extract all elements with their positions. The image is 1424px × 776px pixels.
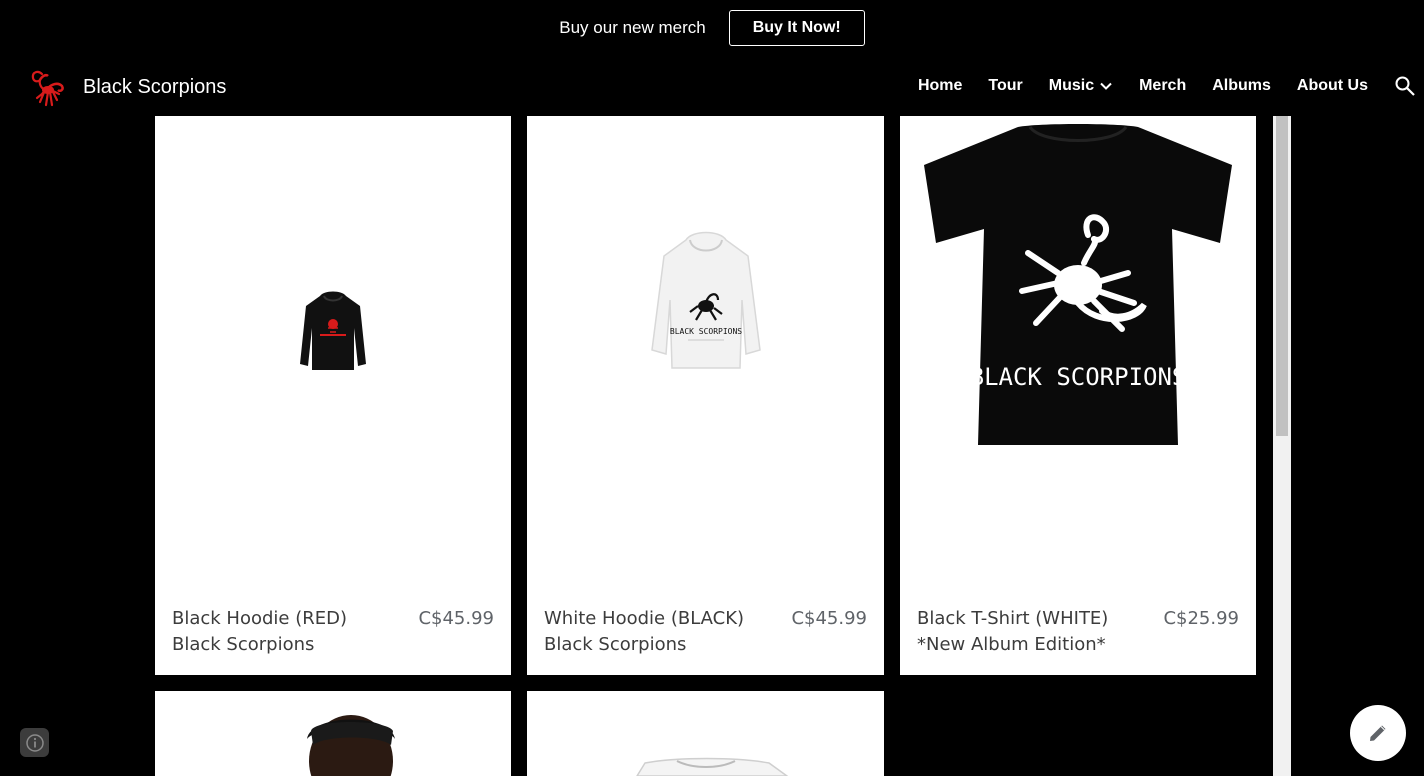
buy-it-now-button[interactable]: Buy It Now! <box>728 10 865 46</box>
chevron-down-icon[interactable] <box>1099 79 1113 93</box>
nav-about-us[interactable]: About Us <box>1297 77 1368 95</box>
nav-tour[interactable]: Tour <box>988 77 1022 95</box>
tshirt-print-text: BLACK SCORPIONS <box>970 363 1187 391</box>
product-card[interactable]: BLACK SCORPIONS White Hoodie (BLACK) Bla… <box>527 116 884 675</box>
nav-home[interactable]: Home <box>918 77 962 95</box>
product-image: BLACK SCORPIONS <box>900 116 1256 586</box>
product-price: C$45.99 <box>418 608 494 629</box>
search-icon[interactable] <box>1394 75 1416 97</box>
product-name: Black T-Shirt (WHITE) *New Album Edition… <box>917 606 1108 658</box>
scorpion-logo-icon[interactable] <box>28 68 68 108</box>
info-icon <box>25 733 44 752</box>
black-tshirt-image: BLACK SCORPIONS <box>924 123 1232 445</box>
product-name: White Hoodie (BLACK) Black Scorpions <box>544 606 744 658</box>
product-name-line1: White Hoodie (BLACK) <box>544 608 745 629</box>
announcement-text: Buy our new merch <box>559 18 706 37</box>
pencil-icon <box>1370 725 1386 741</box>
nav-music-label: Music <box>1048 77 1095 94</box>
model-photo-image <box>307 715 395 776</box>
product-name-line2: *New Album Edition* <box>917 634 1106 655</box>
edit-button[interactable] <box>1350 705 1406 761</box>
product-card[interactable]: BLACK SCORPIONS Black T-Shirt (WHITE) *N… <box>900 116 1256 675</box>
site-header: Black Scorpions Home Tour Music Merch Al… <box>0 56 1424 116</box>
hoodie-print-text: BLACK SCORPIONS <box>669 327 741 336</box>
black-hoodie-image <box>300 291 366 370</box>
white-tshirt-image <box>636 757 789 776</box>
main-nav: Home Tour Music Merch Albums About Us <box>918 56 1424 116</box>
product-card[interactable] <box>155 691 511 776</box>
product-image <box>155 116 511 586</box>
nav-music[interactable]: Music <box>1049 77 1113 95</box>
product-name-line1: Black Hoodie (RED) <box>172 608 347 629</box>
scrollbar-thumb[interactable] <box>1276 116 1288 436</box>
product-name-line2: Black Scorpions <box>544 634 687 655</box>
product-name-line2: Black Scorpions <box>172 634 315 655</box>
site-info-button[interactable] <box>20 728 49 757</box>
nav-albums[interactable]: Albums <box>1212 77 1271 95</box>
scrollbar[interactable] <box>1273 116 1291 776</box>
product-image: BLACK SCORPIONS <box>527 116 884 586</box>
site-title[interactable]: Black Scorpions <box>83 76 226 99</box>
white-hoodie-image: BLACK SCORPIONS <box>650 231 761 369</box>
product-card[interactable] <box>527 691 884 776</box>
announcement-bar: Buy our new merch Buy It Now! <box>0 0 1424 56</box>
product-name: Black Hoodie (RED) Black Scorpions <box>172 606 347 658</box>
product-price: C$45.99 <box>791 608 867 629</box>
product-price: C$25.99 <box>1163 608 1239 629</box>
nav-merch[interactable]: Merch <box>1139 77 1186 95</box>
product-card[interactable]: Black Hoodie (RED) Black Scorpions C$45.… <box>155 116 511 675</box>
product-name-line1: Black T-Shirt (WHITE) <box>917 608 1109 629</box>
